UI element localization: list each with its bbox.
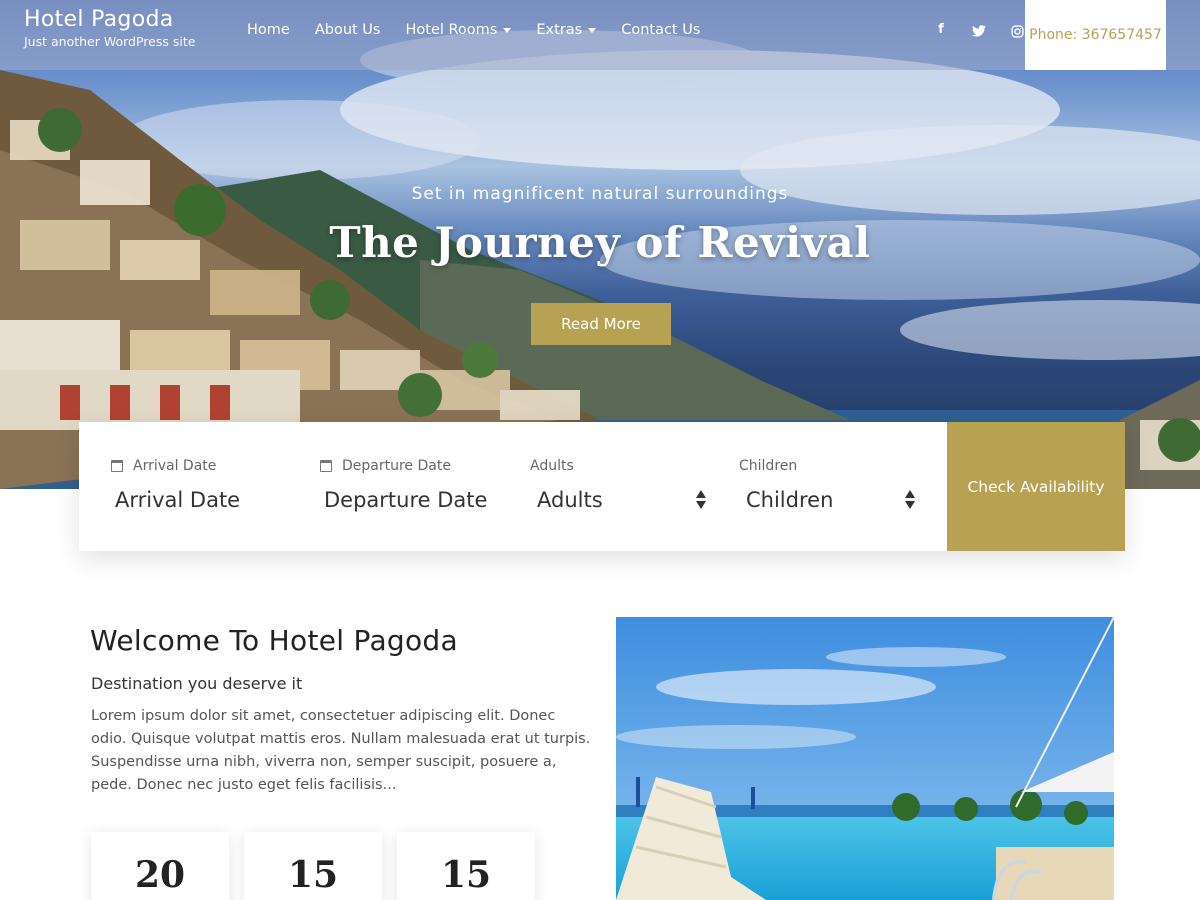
twitter-icon[interactable] bbox=[960, 22, 998, 42]
stat-number: 15 bbox=[287, 854, 339, 896]
departure-date-label-text: Departure Date bbox=[342, 458, 451, 474]
children-select[interactable]: Children bbox=[746, 488, 833, 512]
main-menu: Home About Us Hotel Rooms Extras Contact… bbox=[247, 22, 725, 38]
nav-item-label: Home bbox=[247, 22, 290, 38]
adults-select[interactable]: Adults bbox=[537, 488, 603, 512]
nav-item-label: About Us bbox=[314, 22, 381, 38]
top-navbar: Hotel Pagoda Just another WordPress site… bbox=[0, 0, 1200, 70]
check-availability-button[interactable]: Check Availability bbox=[947, 422, 1125, 551]
arrival-date-field[interactable]: Arrival Date Arrival Date bbox=[111, 458, 240, 512]
departure-date-input[interactable]: Departure Date bbox=[324, 488, 487, 512]
arrival-date-label-text: Arrival Date bbox=[133, 458, 217, 474]
social-links: f bbox=[922, 22, 1036, 42]
caret-down-icon bbox=[503, 27, 512, 33]
hero-title: The Journey of Revival bbox=[329, 218, 871, 267]
stat-number: 15 bbox=[440, 854, 492, 896]
adults-field[interactable]: Adults Adults bbox=[530, 458, 603, 512]
calendar-icon bbox=[320, 460, 332, 472]
children-label: Children bbox=[739, 458, 833, 474]
welcome-subtitle: Destination you deserve it bbox=[91, 674, 303, 693]
nav-item-hotel-rooms[interactable]: Hotel Rooms bbox=[405, 22, 512, 38]
calendar-icon bbox=[111, 460, 123, 472]
site-branding[interactable]: Hotel Pagoda Just another WordPress site bbox=[24, 6, 195, 50]
nav-item-label: Hotel Rooms bbox=[405, 22, 498, 38]
arrival-date-label: Arrival Date bbox=[111, 458, 240, 474]
stat-number: 20 bbox=[134, 854, 186, 896]
stat-card: 20 bbox=[91, 832, 229, 900]
pool-image bbox=[616, 617, 1114, 900]
children-select-arrows-icon[interactable] bbox=[905, 490, 915, 512]
hero-subtitle: Set in magnificent natural surroundings bbox=[411, 184, 789, 204]
facebook-icon[interactable]: f bbox=[922, 22, 960, 42]
children-field[interactable]: Children Children bbox=[739, 458, 833, 512]
booking-form: Arrival Date Arrival Date Departure Date… bbox=[79, 422, 1125, 551]
welcome-title: Welcome To Hotel Pagoda bbox=[90, 624, 458, 657]
stat-card: 15 bbox=[397, 832, 535, 900]
site-tagline: Just another WordPress site bbox=[24, 34, 196, 49]
nav-item-label: Extras bbox=[536, 22, 583, 38]
children-label-text: Children bbox=[739, 458, 798, 474]
read-more-button[interactable]: Read More bbox=[531, 303, 671, 345]
adults-label: Adults bbox=[530, 458, 603, 474]
nav-item-home[interactable]: Home bbox=[247, 22, 290, 38]
stat-card: 15 bbox=[244, 832, 382, 900]
arrival-date-input[interactable]: Arrival Date bbox=[115, 488, 240, 512]
departure-date-field[interactable]: Departure Date Departure Date bbox=[320, 458, 487, 512]
nav-item-label: Contact Us bbox=[621, 22, 701, 38]
site-title[interactable]: Hotel Pagoda bbox=[24, 6, 195, 34]
adults-label-text: Adults bbox=[530, 458, 574, 474]
nav-item-contact-us[interactable]: Contact Us bbox=[621, 22, 700, 38]
nav-item-about-us[interactable]: About Us bbox=[315, 22, 381, 38]
adults-select-arrows-icon[interactable] bbox=[696, 490, 706, 512]
nav-item-extras[interactable]: Extras bbox=[536, 22, 597, 38]
pool-photo bbox=[616, 617, 1114, 900]
departure-date-label: Departure Date bbox=[320, 458, 487, 474]
welcome-body-text: Lorem ipsum dolor sit amet, consectetuer… bbox=[91, 708, 591, 793]
phone-number[interactable]: Phone: 367657457 bbox=[1025, 0, 1166, 70]
caret-down-icon bbox=[588, 27, 597, 33]
